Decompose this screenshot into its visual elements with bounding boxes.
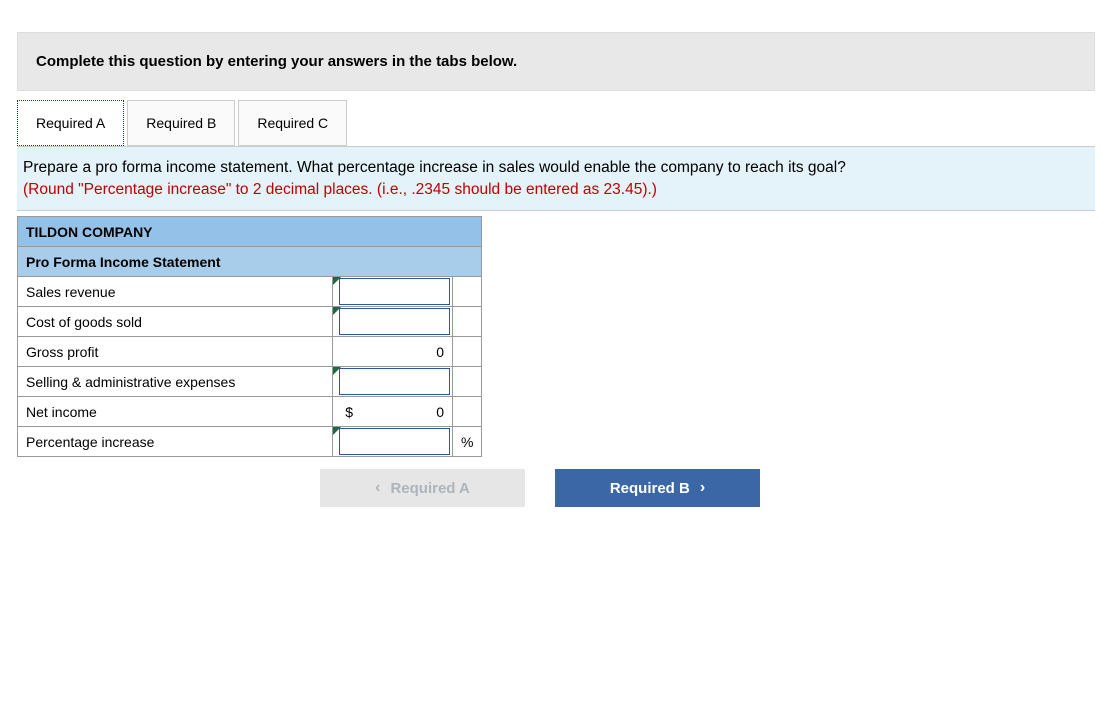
row-label-cogs: Cost of goods sold: [18, 307, 333, 337]
row-label-net-income: Net income: [18, 397, 333, 427]
tab-label: Required B: [146, 115, 216, 131]
input-cogs[interactable]: [333, 307, 453, 337]
header-instruction: Complete this question by entering your …: [17, 32, 1095, 91]
value-text: 0: [436, 404, 444, 420]
table-title-statement: Pro Forma Income Statement: [18, 247, 482, 277]
nav-row: ‹ Required A Required B ›: [320, 469, 1112, 507]
tab-label: Required A: [36, 115, 105, 131]
value-net-income: $ 0: [333, 397, 453, 427]
table-title-company: TILDON COMPANY: [18, 217, 482, 247]
next-label: Required B: [610, 480, 690, 497]
prev-button[interactable]: ‹ Required A: [320, 469, 525, 507]
table-row: Cost of goods sold: [18, 307, 482, 337]
prompt-main: Prepare a pro forma income statement. Wh…: [23, 159, 846, 176]
tab-required-c[interactable]: Required C: [238, 100, 347, 146]
input-pct-increase[interactable]: [333, 427, 453, 457]
unit-cell: [453, 307, 482, 337]
table-row: Selling & administrative expenses: [18, 367, 482, 397]
next-button[interactable]: Required B ›: [555, 469, 760, 507]
chevron-left-icon: ‹: [375, 480, 380, 496]
row-label-gross-profit: Gross profit: [18, 337, 333, 367]
chevron-right-icon: ›: [700, 480, 705, 496]
editable-box[interactable]: [339, 368, 450, 395]
proforma-table: TILDON COMPANY Pro Forma Income Statemen…: [17, 216, 482, 457]
tab-required-a[interactable]: Required A: [17, 100, 124, 146]
row-label-sga: Selling & administrative expenses: [18, 367, 333, 397]
unit-cell-percent: %: [453, 427, 482, 457]
input-sga[interactable]: [333, 367, 453, 397]
editable-box[interactable]: [339, 308, 450, 335]
question-container: Complete this question by entering your …: [0, 32, 1112, 711]
table-row: Net income $ 0: [18, 397, 482, 427]
prompt-note: (Round "Percentage increase" to 2 decima…: [23, 181, 657, 198]
editable-box[interactable]: [339, 278, 450, 305]
unit-cell: [453, 397, 482, 427]
tab-label: Required C: [257, 115, 328, 131]
input-sales-revenue[interactable]: [333, 277, 453, 307]
row-label-pct-increase: Percentage increase: [18, 427, 333, 457]
unit-cell: [453, 367, 482, 397]
table-row: Percentage increase %: [18, 427, 482, 457]
value-gross-profit: 0: [333, 337, 453, 367]
table-row: Gross profit 0: [18, 337, 482, 367]
row-label-sales-revenue: Sales revenue: [18, 277, 333, 307]
table-row: Sales revenue: [18, 277, 482, 307]
value-text: 0: [333, 339, 452, 365]
currency-symbol: $: [341, 404, 353, 420]
instruction-bar: Prepare a pro forma income statement. Wh…: [17, 146, 1095, 211]
unit-cell: [453, 277, 482, 307]
editable-box[interactable]: [339, 428, 450, 455]
tab-required-b[interactable]: Required B: [127, 100, 235, 146]
header-instruction-text: Complete this question by entering your …: [36, 53, 517, 70]
tabs-row: Required A Required B Required C: [17, 100, 1112, 146]
prev-label: Required A: [390, 480, 469, 497]
unit-cell: [453, 337, 482, 367]
